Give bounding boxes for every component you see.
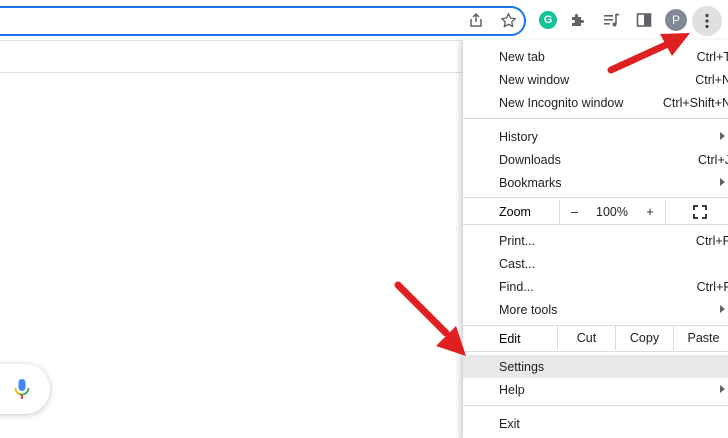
menu-separator bbox=[463, 118, 728, 119]
star-icon[interactable] bbox=[496, 8, 520, 32]
cut-label: Cut bbox=[576, 331, 597, 345]
browser-window: G P New tab Ctrl+T New window Ctrl+N New… bbox=[0, 0, 728, 438]
menu-item-label: Downloads bbox=[499, 153, 561, 167]
submenu-arrow-icon bbox=[720, 305, 725, 313]
browser-toolbar: G P bbox=[0, 0, 728, 40]
zoom-out-button[interactable]: – bbox=[559, 200, 589, 224]
chrome-main-menu: New tab Ctrl+T New window Ctrl+N New Inc… bbox=[462, 40, 728, 438]
menu-item-shortcut: Ctrl+P bbox=[695, 234, 728, 248]
menu-item-label: Help bbox=[499, 383, 525, 397]
zoom-minus-glyph: – bbox=[571, 205, 578, 219]
menu-item-label: Exit bbox=[499, 417, 520, 431]
menu-item-shortcut: Ctrl+F bbox=[696, 280, 728, 294]
menu-separator bbox=[463, 405, 728, 406]
fullscreen-icon bbox=[692, 205, 707, 219]
zoom-in-button[interactable]: + bbox=[635, 200, 665, 224]
menu-item-find[interactable]: Find... Ctrl+F bbox=[463, 275, 728, 298]
extensions-icon[interactable] bbox=[566, 8, 590, 32]
share-icon[interactable] bbox=[464, 8, 488, 32]
menu-item-print[interactable]: Print... Ctrl+P bbox=[463, 229, 728, 252]
menu-item-shortcut: Ctrl+T bbox=[696, 50, 728, 64]
arrow-to-settings bbox=[394, 281, 466, 356]
edit-label: Edit bbox=[499, 332, 521, 346]
side-panel-icon[interactable] bbox=[632, 8, 656, 32]
menu-item-more-tools[interactable]: More tools bbox=[463, 298, 728, 321]
menu-item-label: Bookmarks bbox=[499, 176, 562, 190]
menu-separator bbox=[463, 197, 728, 198]
menu-item-shortcut: Ctrl+J bbox=[698, 153, 728, 167]
submenu-arrow-icon bbox=[720, 178, 725, 186]
menu-item-help[interactable]: Help bbox=[463, 378, 728, 401]
menu-item-label: Settings bbox=[499, 360, 545, 374]
fullscreen-button[interactable] bbox=[665, 200, 728, 224]
menu-item-label: Print... bbox=[499, 234, 536, 248]
zoom-label: Zoom bbox=[499, 205, 531, 219]
menu-item-new-incognito-window[interactable]: New Incognito window Ctrl+Shift+N bbox=[463, 91, 728, 114]
zoom-level-value: 100% bbox=[596, 205, 628, 219]
profile-avatar[interactable]: P bbox=[664, 8, 688, 32]
menu-item-settings[interactable]: Settings bbox=[463, 355, 728, 378]
zoom-row: Zoom – 100% + bbox=[463, 200, 728, 224]
menu-item-new-window[interactable]: New window Ctrl+N bbox=[463, 68, 728, 91]
menu-item-label: New window bbox=[499, 73, 570, 87]
microphone-icon[interactable] bbox=[12, 378, 32, 400]
menu-item-downloads[interactable]: Downloads Ctrl+J bbox=[463, 148, 728, 171]
kebab-menu-icon[interactable] bbox=[692, 6, 722, 36]
paste-button[interactable]: Paste bbox=[673, 326, 728, 350]
zoom-plus-glyph: + bbox=[646, 205, 654, 219]
avatar-letter: P bbox=[665, 9, 687, 31]
menu-item-label: Cast... bbox=[499, 257, 536, 271]
menu-item-cast[interactable]: Cast... bbox=[463, 252, 728, 275]
menu-item-exit[interactable]: Exit bbox=[463, 412, 728, 435]
menu-separator bbox=[463, 351, 728, 352]
submenu-arrow-icon bbox=[720, 385, 725, 393]
edit-row: Edit Cut Copy Paste bbox=[463, 326, 728, 350]
menu-item-label: Find... bbox=[499, 280, 534, 294]
menu-item-label: New Incognito window bbox=[499, 96, 624, 110]
bookmarks-bar-divider bbox=[0, 72, 462, 73]
copy-label: Copy bbox=[629, 331, 660, 345]
menu-item-shortcut: Ctrl+N bbox=[695, 73, 728, 87]
paste-label: Paste bbox=[687, 331, 720, 345]
menu-item-label: More tools bbox=[499, 303, 558, 317]
address-bar[interactable] bbox=[0, 6, 526, 36]
submenu-arrow-icon bbox=[720, 132, 725, 140]
grammarly-icon[interactable]: G bbox=[536, 8, 560, 32]
reading-list-icon[interactable] bbox=[600, 8, 624, 32]
menu-item-label: New tab bbox=[499, 50, 545, 64]
menu-separator bbox=[463, 224, 728, 225]
menu-item-new-tab[interactable]: New tab Ctrl+T bbox=[463, 45, 728, 68]
cut-button[interactable]: Cut bbox=[557, 326, 615, 350]
menu-item-label: History bbox=[499, 130, 538, 144]
copy-button[interactable]: Copy bbox=[615, 326, 673, 350]
grammarly-badge: G bbox=[539, 11, 557, 29]
zoom-level: 100% bbox=[589, 200, 635, 224]
voice-search-box[interactable] bbox=[0, 364, 50, 414]
menu-item-history[interactable]: History bbox=[463, 125, 728, 148]
menu-item-shortcut: Ctrl+Shift+N bbox=[662, 96, 728, 110]
menu-item-bookmarks[interactable]: Bookmarks bbox=[463, 171, 728, 194]
